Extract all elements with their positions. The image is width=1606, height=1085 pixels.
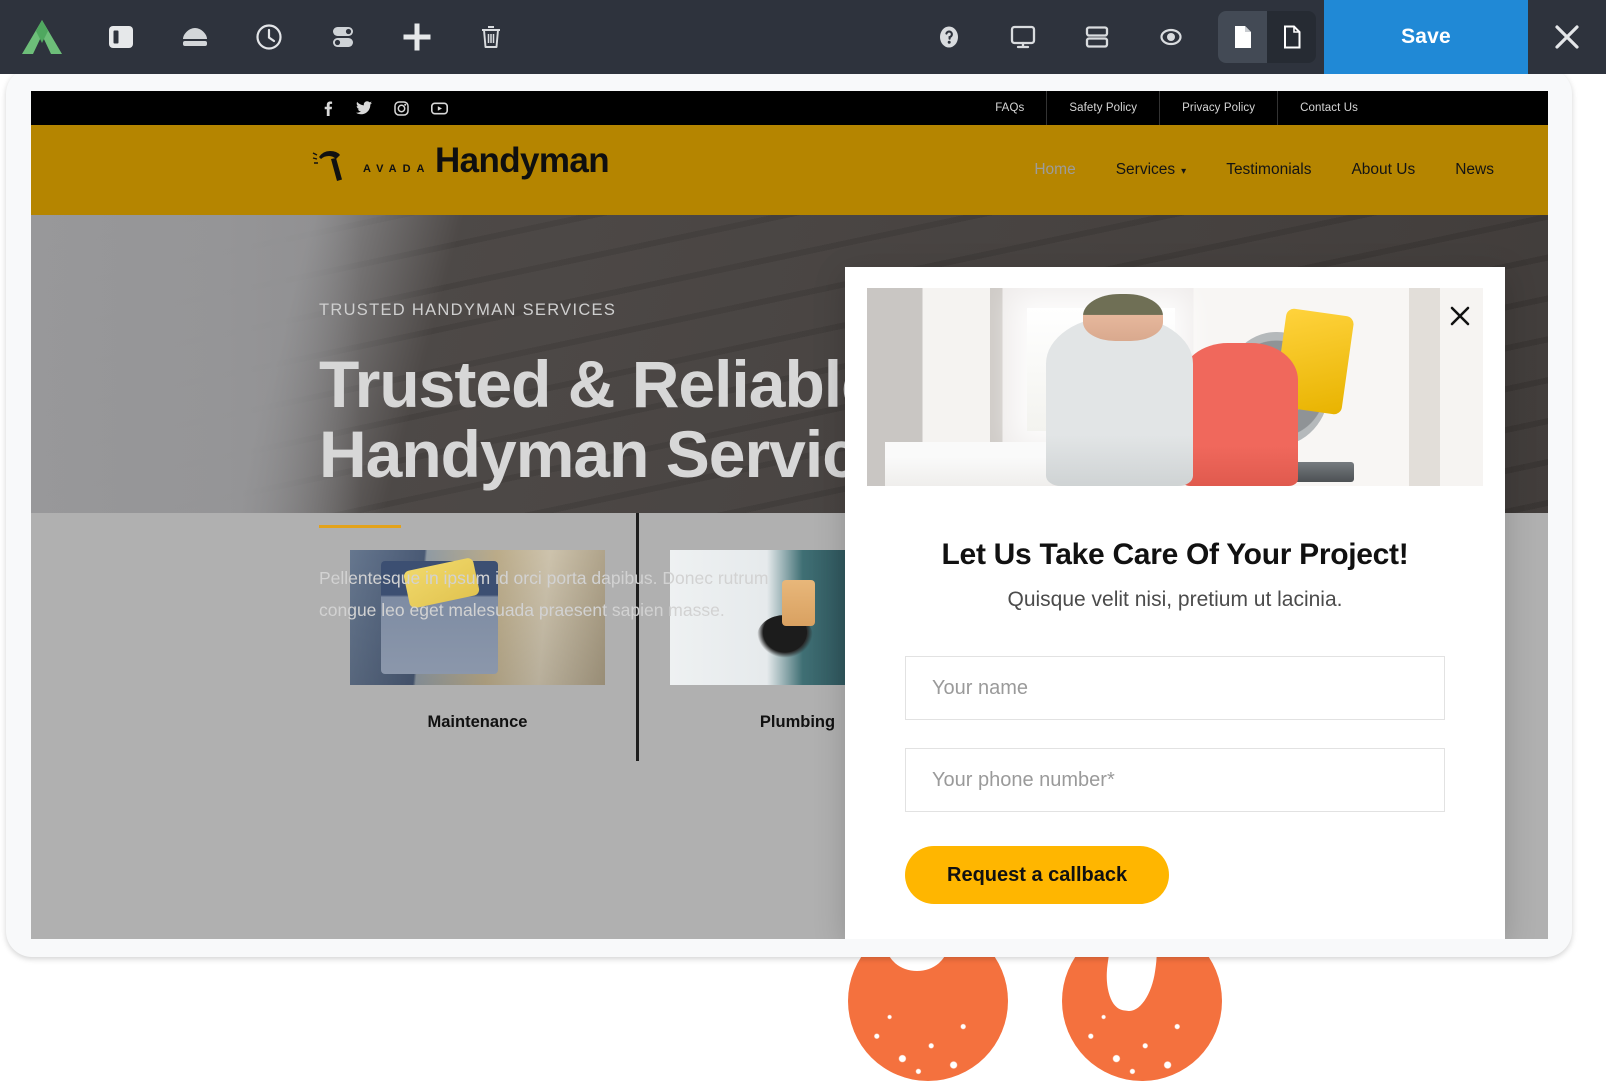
monitor-icon[interactable] [986,0,1060,74]
decorative-letter-o-shape [848,957,1008,1081]
modal-hero-image [867,288,1483,486]
view-mode-segmented-control [1218,11,1316,63]
trash-icon[interactable] [454,0,528,74]
nav-item-news[interactable]: News [1435,161,1514,179]
callback-modal: Let Us Take Care Of Your Project! Quisqu… [845,267,1505,939]
toggles-icon[interactable] [306,0,380,74]
social-links [321,100,448,116]
request-callback-button[interactable]: Request a callback [905,846,1170,904]
service-card-label: Maintenance [427,713,528,731]
modal-close-icon[interactable] [1445,301,1475,331]
modal-title: Let Us Take Care Of Your Project! [941,538,1409,571]
plus-icon[interactable] [380,0,454,74]
facebook-icon[interactable] [321,101,334,116]
editor-toolbar: Save [0,0,1606,74]
site-header: AVADA Handyman Home Services ▾ Testimoni… [31,125,1548,215]
nav-item-services-label: Services [1115,161,1176,178]
name-input[interactable] [905,656,1445,720]
modal-body: Let Us Take Care Of Your Project! Quisqu… [845,486,1505,904]
instagram-icon[interactable] [394,100,409,116]
help-question-icon[interactable] [912,0,986,74]
twitter-icon[interactable] [356,101,372,115]
toolbar-right-group: Save [912,0,1606,74]
topbar-link-privacy-policy[interactable]: Privacy Policy [1159,91,1277,125]
site-logo[interactable]: AVADA Handyman [311,141,610,192]
decorative-letter-d-shape [1062,957,1222,1081]
history-clock-icon[interactable] [232,0,306,74]
modal-subtitle: Quisque velit nisi, pretium ut lacinia. [1007,588,1343,611]
topbar-link-faqs[interactable]: FAQs [973,91,1046,125]
nav-item-testimonials[interactable]: Testimonials [1206,161,1331,179]
chevron-down-icon: ▾ [1181,165,1187,177]
nav-item-about-us[interactable]: About Us [1331,161,1435,179]
grid-rows-icon[interactable] [1060,0,1134,74]
save-button[interactable]: Save [1324,0,1528,74]
brand-subtitle: AVADA [363,163,431,175]
site-navigation: Home Services ▾ Testimonials About Us Ne… [1014,125,1514,215]
page-background-below-frame [0,957,1606,1085]
sidebar-panel-icon[interactable] [84,0,158,74]
service-card-label: Plumbing [759,713,836,731]
eye-icon[interactable] [1134,0,1208,74]
nav-item-services[interactable]: Services ▾ [1096,161,1206,179]
site-topbar: FAQs Safety Policy Privacy Policy Contac… [31,91,1548,125]
layers-icon[interactable] [158,0,232,74]
site-topbar-links: FAQs Safety Policy Privacy Policy Contac… [973,91,1380,125]
hero-divider [319,524,401,528]
page-filled-icon[interactable] [1218,11,1267,63]
avada-logo-icon[interactable] [0,0,84,74]
close-editor-button[interactable] [1528,0,1606,74]
topbar-link-safety-policy[interactable]: Safety Policy [1046,91,1159,125]
nav-item-home[interactable]: Home [1014,161,1095,179]
hammer-icon [311,143,355,192]
site-preview-viewport: FAQs Safety Policy Privacy Policy Contac… [31,91,1548,939]
brand-title: Handyman [434,141,610,180]
youtube-icon[interactable] [431,101,448,115]
hero-paragraph: Pellentesque in ipsum id orci porta dapi… [319,567,769,621]
phone-input[interactable] [905,748,1445,812]
page-outline-icon[interactable] [1267,11,1316,63]
topbar-link-contact-us[interactable]: Contact Us [1277,91,1380,125]
toolbar-left-group [0,0,528,74]
